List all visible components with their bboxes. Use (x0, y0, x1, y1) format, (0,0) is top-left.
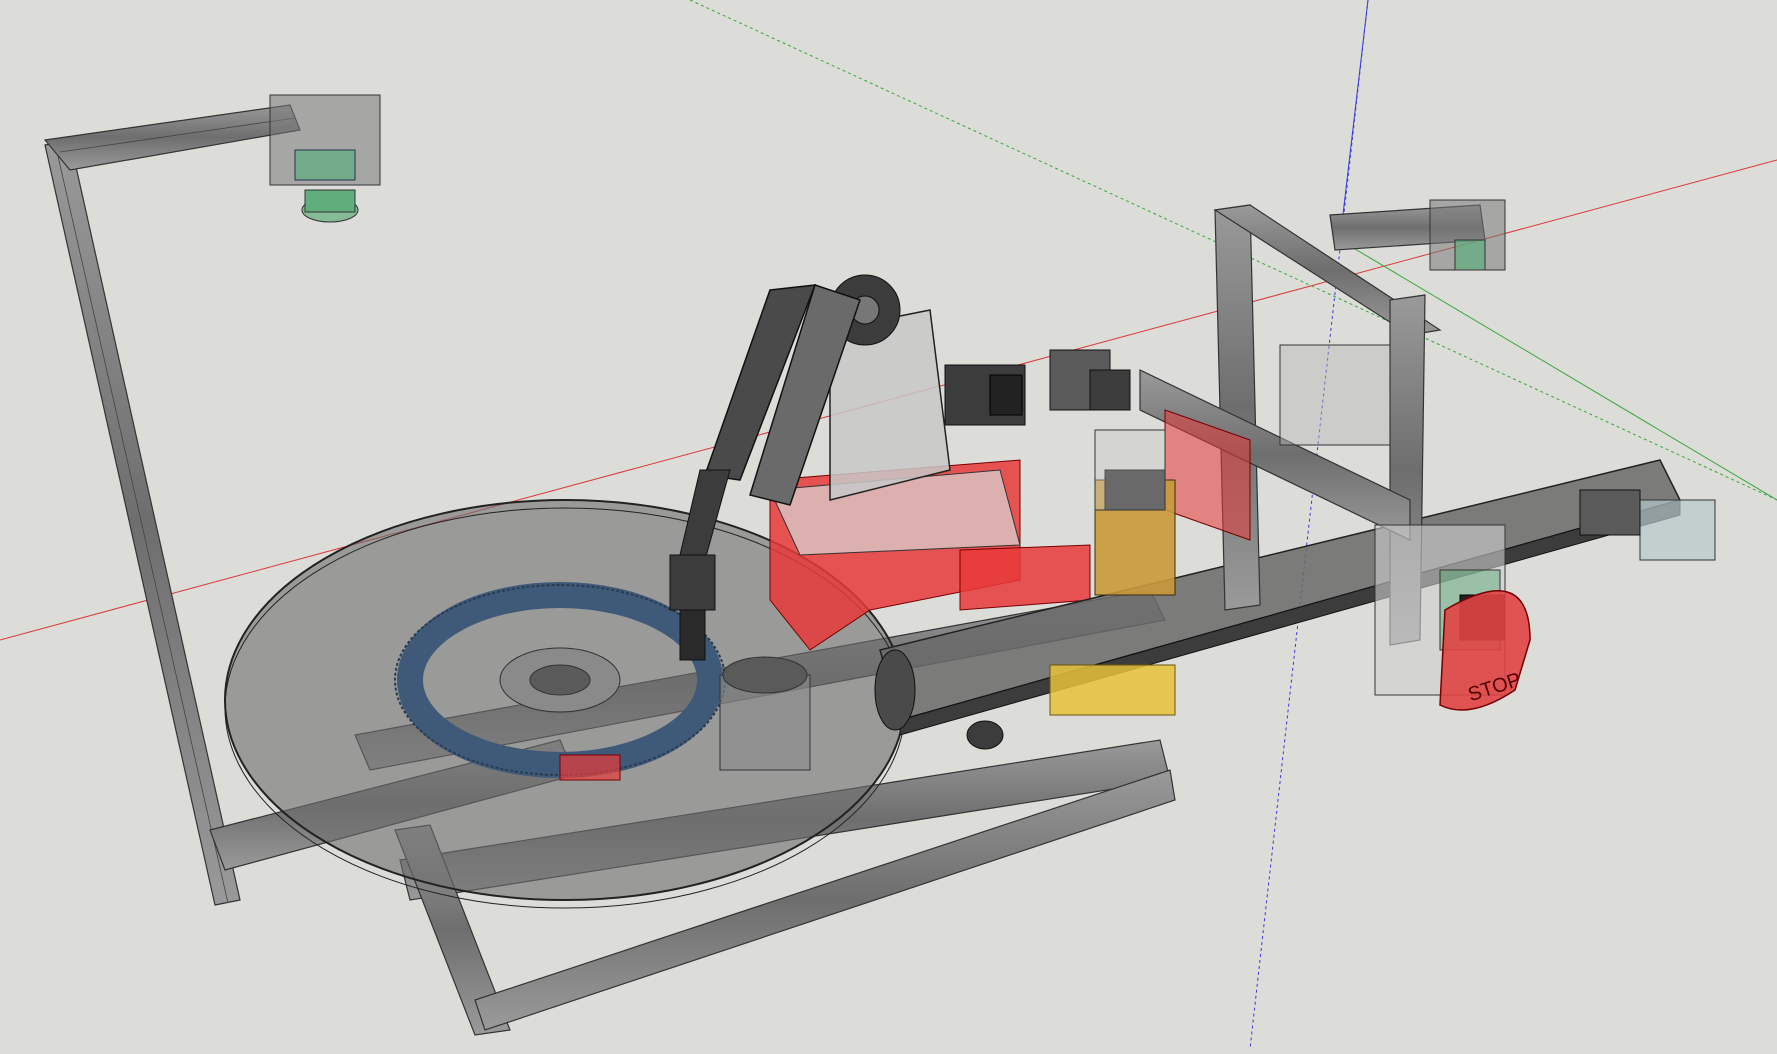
blue-axis-solid (1339, 0, 1369, 241)
top-left-camera-mount[interactable] (269, 94, 381, 223)
camera-icon (304, 189, 356, 213)
arm-camera[interactable] (944, 364, 1026, 426)
scene-canvas[interactable]: STOP (0, 0, 1777, 1050)
emergency-stop-icon[interactable]: STOP (1439, 590, 1531, 711)
blue-axis (1249, 0, 1369, 1050)
conveyor-stepper[interactable] (1579, 489, 1716, 561)
top-right-camera-mount[interactable] (1429, 199, 1506, 271)
3d-model-viewport[interactable]: STOP (0, 0, 1777, 1050)
stepper-motor-icon (1579, 489, 1641, 536)
